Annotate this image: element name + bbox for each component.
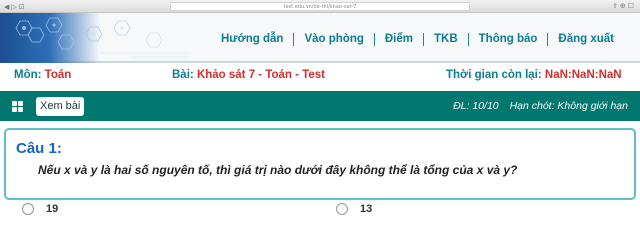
grid-menu-icon[interactable] [12, 101, 23, 112]
answer-label: 19 [46, 203, 59, 215]
main-menu: Hướng dẫn Vào phòng Điểm TKB Thông báo Đ… [211, 33, 624, 46]
time-remaining-info: Thời gian còn lại: NaN:NaN:NaN [446, 69, 622, 81]
review-button[interactable]: Xem bài [36, 97, 85, 116]
score-text: ĐL: 10/10 [453, 100, 499, 112]
subject-label: Môn: [14, 69, 42, 81]
radio-button[interactable] [22, 203, 34, 215]
header-banner-art [0, 13, 195, 63]
menu-notifications[interactable]: Thông báo [467, 33, 548, 46]
score-deadline: ĐL: 10/10 Hạn chót: Không giới hạn [453, 100, 628, 112]
address-bar[interactable]: test.edu.vn/de-thi/khao-sat-7 [170, 2, 470, 11]
deadline-text: Hạn chót: Không giới hạn [509, 100, 628, 112]
answer-label: 13 [360, 203, 373, 215]
test-info: Bài: Khảo sát 7 - Toán - Test [172, 69, 325, 81]
exam-toolbar: Xem bài ĐL: 10/10 Hạn chót: Không giới h… [0, 91, 640, 121]
browser-nav-buttons[interactable]: ◀ ▷ ⊡ [4, 3, 25, 11]
time-value: NaN:NaN:NaN [544, 69, 622, 81]
hexagon-pattern-icon [15, 17, 190, 58]
menu-logout[interactable]: Đăng xuất [547, 33, 624, 46]
menu-guide[interactable]: Hướng dẫn [211, 33, 294, 46]
site-header: Hướng dẫn Vào phòng Điểm TKB Thông báo Đ… [0, 13, 640, 63]
answer-option-b[interactable]: 13 [336, 203, 372, 215]
menu-timetable[interactable]: TKB [423, 33, 468, 46]
subject-value: Toán [44, 69, 72, 81]
subject-info: Môn: Toán [14, 69, 71, 81]
question-text: Nếu x và y là hai số nguyên tố, thì giá … [38, 163, 518, 177]
answer-option-a[interactable]: 19 [22, 203, 58, 215]
radio-button[interactable] [336, 203, 348, 215]
time-label: Thời gian còn lại: [446, 69, 542, 81]
exam-info-bar: Môn: Toán Bài: Khảo sát 7 - Toán - Test … [0, 65, 640, 87]
question-card: Câu 1: Nếu x và y là hai số nguyên tố, t… [4, 128, 636, 200]
menu-enter-room[interactable]: Vào phòng [293, 33, 373, 46]
browser-chrome: ◀ ▷ ⊡ test.edu.vn/de-thi/khao-sat-7 ⇪ ⊕ … [0, 0, 640, 13]
browser-toolbar-icons[interactable]: ⇪ ⊕ ☐ [612, 2, 634, 10]
test-value: Khảo sát 7 - Toán - Test [196, 69, 325, 81]
question-number: Câu 1: [16, 140, 62, 157]
menu-scores[interactable]: Điểm [373, 33, 423, 46]
test-label: Bài: [172, 69, 194, 81]
